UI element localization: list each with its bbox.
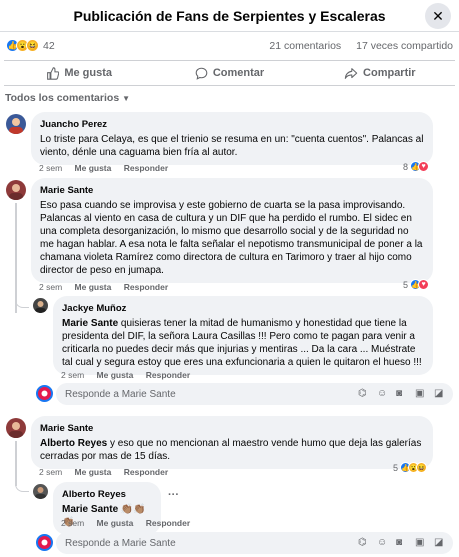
comment-time[interactable]: 2 sem bbox=[39, 467, 62, 477]
thread-connector bbox=[15, 480, 29, 492]
comment-time[interactable]: 2 sem bbox=[61, 518, 84, 528]
sticker-icon[interactable]: ◪ bbox=[434, 537, 445, 548]
share-button[interactable]: Compartir bbox=[305, 61, 455, 85]
reply-input[interactable]: Responde a Marie Sante ⌬ ☺ ◙ ▣ ◪ bbox=[56, 383, 453, 405]
comment-reply-link[interactable]: Responder bbox=[124, 467, 168, 477]
post-actions: Me gusta Comentar Compartir bbox=[4, 60, 455, 86]
comment-author[interactable]: Marie Sante bbox=[40, 422, 424, 435]
comment-text: Eso pasa cuando se improvisa y este gobi… bbox=[40, 200, 423, 276]
share-label: Compartir bbox=[363, 67, 416, 79]
comment-like-link[interactable]: Me gusta bbox=[97, 370, 134, 380]
comment-reply-link[interactable]: Responder bbox=[124, 282, 168, 292]
gif-icon[interactable]: ▣ bbox=[415, 537, 426, 548]
comment-sort-dropdown[interactable]: Todos los comentarios ▼ bbox=[5, 92, 130, 104]
comments-count[interactable]: 21 comentarios bbox=[269, 40, 341, 52]
dialog-title: Publicación de Fans de Serpientes y Esca… bbox=[73, 8, 386, 24]
sort-label: Todos los comentarios bbox=[5, 92, 120, 104]
reaction-count: 8 bbox=[403, 161, 409, 172]
reaction-count: 5 bbox=[403, 279, 409, 290]
chevron-down-icon: ▼ bbox=[122, 94, 131, 103]
thread-connector bbox=[15, 296, 29, 308]
comment-like-link[interactable]: Me gusta bbox=[75, 163, 112, 173]
avatar[interactable] bbox=[33, 298, 48, 313]
haha-reaction-icon: 😆 bbox=[416, 462, 428, 473]
comment-meta: 2 sem Me gusta Responder bbox=[61, 370, 200, 380]
post-stats: 👍 😮 😆 42 21 comentarios 17 veces compart… bbox=[0, 36, 459, 58]
avatar[interactable] bbox=[33, 484, 48, 499]
mention-link[interactable]: Marie Sante bbox=[62, 504, 118, 515]
emoji-sticker-icon[interactable]: ⌬ bbox=[358, 537, 369, 548]
close-button[interactable]: ✕ bbox=[425, 3, 451, 29]
avatar[interactable] bbox=[6, 180, 26, 200]
like-label: Me gusta bbox=[64, 67, 112, 79]
share-icon bbox=[344, 67, 358, 79]
avatar[interactable] bbox=[6, 418, 26, 438]
mention-link[interactable]: Marie Sante bbox=[62, 318, 118, 329]
comment-reactions[interactable]: 5 👍 😮 😆 bbox=[393, 462, 428, 473]
haha-reaction-icon: 😆 bbox=[26, 39, 39, 52]
comment-time[interactable]: 2 sem bbox=[39, 163, 62, 173]
gif-icon[interactable]: ▣ bbox=[415, 388, 426, 399]
reaction-count: 42 bbox=[43, 39, 55, 52]
emoji-icon[interactable]: ☺ bbox=[377, 388, 388, 399]
love-reaction-icon: ♥ bbox=[418, 161, 430, 172]
comment-author[interactable]: Marie Sante bbox=[40, 184, 424, 197]
reply-bubble: Jackye Muñoz Marie Sante quisieras tener… bbox=[53, 296, 433, 375]
comment-text: Alberto Reyes y eso que no mencionan al … bbox=[40, 437, 424, 463]
comment-reply-link[interactable]: Responder bbox=[146, 370, 190, 380]
comment-text: Marie Sante quisieras tener la mitad de … bbox=[62, 317, 424, 369]
comment-reactions[interactable]: 5 👍 ♥ bbox=[403, 279, 430, 290]
sticker-icon[interactable]: ◪ bbox=[434, 388, 445, 399]
mention-link[interactable]: Alberto Reyes bbox=[40, 438, 107, 449]
love-reaction-icon: ♥ bbox=[418, 279, 430, 290]
comment-like-link[interactable]: Me gusta bbox=[97, 518, 134, 528]
comment-label: Comentar bbox=[212, 67, 265, 79]
close-icon: ✕ bbox=[432, 7, 444, 24]
emoji-icon[interactable]: ☺ bbox=[377, 537, 388, 548]
comment-reply-link[interactable]: Responder bbox=[124, 163, 168, 173]
like-button[interactable]: Me gusta bbox=[4, 61, 154, 85]
reaction-count: 5 bbox=[393, 462, 399, 473]
comment-bubble: Marie Sante Alberto Reyes y eso que no m… bbox=[31, 416, 433, 469]
comment-bubble: Marie Sante Eso pasa cuando se improvisa… bbox=[31, 178, 433, 283]
comment-reply-link[interactable]: Responder bbox=[146, 518, 190, 528]
reaction-summary[interactable]: 👍 😮 😆 42 bbox=[6, 39, 55, 52]
comment-author[interactable]: Alberto Reyes bbox=[62, 488, 152, 501]
comment-meta: 2 sem Me gusta Responder bbox=[39, 467, 178, 477]
thumbs-up-icon bbox=[47, 66, 60, 80]
comment-meta: 2 sem Me gusta Responder bbox=[39, 282, 178, 292]
emoji-sticker-icon[interactable]: ⌬ bbox=[358, 388, 369, 399]
comment-icon bbox=[195, 67, 208, 80]
comment-time[interactable]: 2 sem bbox=[61, 370, 84, 380]
more-icon: ··· bbox=[168, 489, 179, 501]
dialog-header: Publicación de Fans de Serpientes y Esca… bbox=[0, 0, 459, 32]
shares-count[interactable]: 17 veces compartido bbox=[356, 40, 453, 52]
reply-input[interactable]: Responde a Marie Sante ⌬ ☺ ◙ ▣ ◪ bbox=[56, 532, 453, 554]
comment-time[interactable]: 2 sem bbox=[39, 282, 62, 292]
current-user-avatar[interactable] bbox=[36, 385, 53, 402]
camera-icon[interactable]: ◙ bbox=[396, 388, 407, 399]
reply-placeholder: Responde a Marie Sante bbox=[65, 537, 176, 549]
camera-icon[interactable]: ◙ bbox=[396, 537, 407, 548]
comment-button[interactable]: Comentar bbox=[154, 61, 304, 85]
comment-text: Lo triste para Celaya, es que el trienio… bbox=[40, 134, 424, 158]
comment-like-link[interactable]: Me gusta bbox=[75, 282, 112, 292]
comment-like-link[interactable]: Me gusta bbox=[75, 467, 112, 477]
comment-reactions[interactable]: 8 👍 ♥ bbox=[403, 161, 430, 172]
comment-author[interactable]: Jackye Muñoz bbox=[62, 302, 424, 315]
current-user-avatar[interactable] bbox=[36, 534, 53, 551]
comment-bubble: Juancho Perez Lo triste para Celaya, es … bbox=[31, 112, 433, 165]
comment-author[interactable]: Juancho Perez bbox=[40, 118, 424, 131]
comment-meta: 2 sem Me gusta Responder bbox=[61, 518, 200, 528]
reply-placeholder: Responde a Marie Sante bbox=[65, 388, 176, 400]
comment-meta: 2 sem Me gusta Responder bbox=[39, 163, 178, 173]
more-options-button[interactable]: ··· bbox=[168, 489, 179, 501]
avatar[interactable] bbox=[6, 114, 26, 134]
